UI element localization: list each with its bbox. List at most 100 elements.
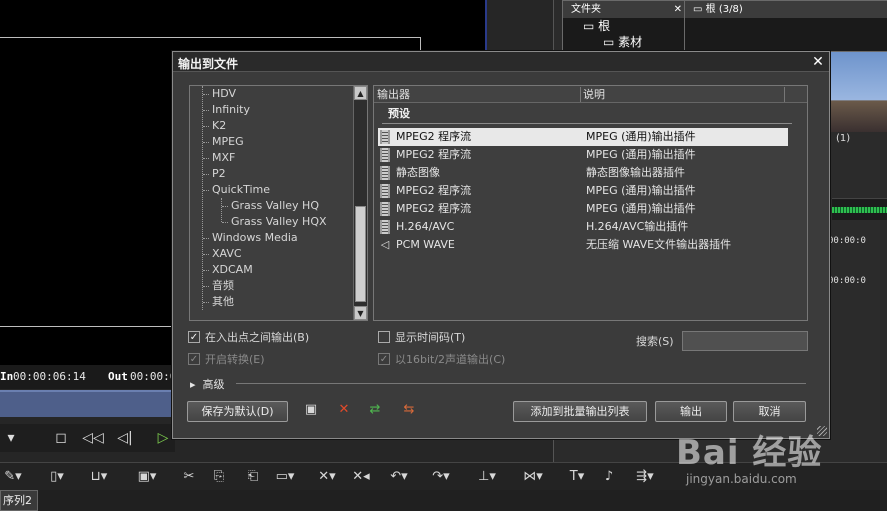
redo-icon[interactable]: ↷▾: [428, 467, 454, 487]
clip-icon[interactable]: ▭▾: [272, 467, 298, 487]
tree-item[interactable]: HDV: [190, 86, 367, 102]
checkbox-box[interactable]: [378, 331, 390, 343]
delete-icon[interactable]: ✕▾: [314, 467, 340, 487]
column-divider[interactable]: [784, 87, 785, 102]
tree-item[interactable]: K2: [190, 118, 367, 134]
tree-item[interactable]: 音频: [190, 278, 367, 294]
exporter-name: MPEG2 程序流: [396, 148, 472, 161]
save-icon[interactable]: ▣▾: [134, 467, 160, 487]
folder-root-label: 根: [598, 19, 611, 33]
export-in-out-checkbox[interactable]: ✓ 在入出点之间输出(B): [188, 330, 309, 345]
new-file-icon[interactable]: ▯▾: [44, 467, 70, 487]
folder-close-icon[interactable]: ✕: [674, 1, 682, 18]
link-icon[interactable]: ⋈▾: [520, 467, 546, 487]
effects-icon[interactable]: ⇶▾: [632, 467, 658, 487]
search-input[interactable]: [682, 331, 808, 351]
ripple-delete-icon[interactable]: ✕◂: [348, 467, 374, 487]
checkbox-label: 以16bit/2声道输出(C): [395, 353, 506, 366]
checkbox-label: 开启转换(E): [205, 353, 265, 366]
tree-item[interactable]: MXF: [190, 150, 367, 166]
folder-root[interactable]: ▭ 根: [563, 18, 686, 34]
import-preset-icon[interactable]: ⇄: [365, 401, 385, 419]
copy-icon[interactable]: ⎘: [206, 467, 232, 487]
advanced-toggle[interactable]: ▸ 高级: [190, 376, 225, 392]
exporter-name: PCM WAVE: [396, 238, 455, 251]
preset-group-label: 预设: [388, 107, 410, 120]
tree-item[interactable]: MPEG: [190, 134, 367, 150]
tree-item[interactable]: Windows Media: [190, 230, 367, 246]
menu-button[interactable]: ▾: [0, 428, 22, 448]
pen-icon[interactable]: ✎▾: [0, 467, 26, 487]
film-icon: [380, 166, 390, 180]
list-header: 输出器 说明: [374, 86, 807, 103]
film-icon: [380, 220, 390, 234]
scroll-up-icon[interactable]: ▲: [354, 86, 367, 100]
tree-scrollbar[interactable]: ▲ ▼: [353, 86, 367, 320]
exporter-description: 静态图像输出器插件: [586, 166, 685, 179]
exporter-row[interactable]: 静态图像 静态图像输出器插件: [378, 164, 788, 182]
tree-item[interactable]: P2: [190, 166, 367, 182]
save-preset-icon[interactable]: ▣: [301, 401, 321, 419]
tree-item[interactable]: XAVC: [190, 246, 367, 262]
status-strip: [38, 490, 887, 511]
tree-items: HDV Infinity K2 MPEG MXF P2 QuickTime Grass Val…: [190, 86, 367, 310]
show-timecode-checkbox[interactable]: 显示时间码(T): [378, 330, 465, 345]
dialog-titlebar[interactable]: 输出到文件 ✕: [173, 52, 829, 72]
exporter-row[interactable]: MPEG2 程序流 MPEG (通用)输出插件: [378, 146, 788, 164]
watermark-url: jingyan.baidu.com: [686, 472, 797, 486]
checkbox-box[interactable]: ✓: [188, 331, 200, 343]
import-icon[interactable]: ⊔▾: [86, 467, 112, 487]
column-exporter[interactable]: 输出器: [377, 87, 410, 102]
checkbox-label: 在入出点之间输出(B): [205, 331, 310, 344]
split-icon[interactable]: ⊥▾: [474, 467, 500, 487]
rewind-icon[interactable]: ◁◁: [82, 428, 104, 448]
undo-icon[interactable]: ↶▾: [386, 467, 412, 487]
watermark: Bai 经验 jingyan.baidu.com: [676, 410, 876, 490]
paste-icon[interactable]: ⎗: [240, 467, 266, 487]
tree-item[interactable]: Grass Valley HQ: [190, 198, 367, 214]
play-icon[interactable]: ▷: [152, 428, 174, 448]
save-default-button[interactable]: 保存为默认(D): [187, 401, 288, 422]
audio-waveform: [832, 198, 887, 220]
stop-icon[interactable]: ◻: [50, 428, 72, 448]
clip-thumbnail[interactable]: [822, 52, 887, 132]
tree-item[interactable]: Grass Valley HQX: [190, 214, 367, 230]
exporter-row[interactable]: MPEG2 程序流 MPEG (通用)输出插件: [378, 200, 788, 218]
exporter-row[interactable]: H.264/AVC H.264/AVC输出插件: [378, 218, 788, 236]
exporter-row[interactable]: MPEG2 程序流 MPEG (通用)输出插件: [378, 182, 788, 200]
dialog-title: 输出到文件: [178, 57, 239, 71]
close-icon[interactable]: ✕: [810, 54, 826, 70]
tree-item[interactable]: Infinity: [190, 102, 367, 118]
export-dialog: 输出到文件 ✕ HDV Infinity K2 MPEG MXF P2 QuickTime G…: [172, 51, 830, 439]
checkbox-box: ✓: [378, 353, 390, 365]
add-batch-button[interactable]: 添加到批量输出列表: [513, 401, 647, 422]
cut-icon[interactable]: ✂: [176, 467, 202, 487]
column-description[interactable]: 说明: [583, 87, 605, 102]
group-divider: [382, 123, 792, 124]
exporter-list: 输出器 说明 预设 MPEG2 程序流 MPEG (通用)输出插件 MPEG2 程序…: [373, 85, 808, 321]
tree-item[interactable]: QuickTime: [190, 182, 367, 198]
position-bar[interactable]: [0, 390, 175, 417]
sequence-tab[interactable]: 序列2: [0, 490, 38, 511]
step-back-icon[interactable]: ◁|: [114, 428, 136, 448]
exporter-category-tree: HDV Infinity K2 MPEG MXF P2 QuickTime Grass Val…: [189, 85, 368, 321]
tree-item[interactable]: 其他: [190, 294, 367, 310]
watermark-logo: Bai 经验: [676, 433, 823, 473]
exporter-name: MPEG2 程序流: [396, 130, 472, 143]
scroll-thumb[interactable]: [355, 206, 366, 302]
exporter-description: MPEG (通用)输出插件: [586, 184, 696, 197]
enable-convert-checkbox: ✓ 开启转换(E): [188, 352, 265, 367]
exporter-row[interactable]: MPEG2 程序流 MPEG (通用)输出插件: [378, 128, 788, 146]
tree-item[interactable]: XDCAM: [190, 262, 367, 278]
scroll-down-icon[interactable]: ▼: [354, 306, 367, 320]
delete-preset-icon[interactable]: ✕: [334, 401, 354, 419]
audio-icon[interactable]: ♪: [596, 467, 622, 487]
folder-pane: 文件夹 ✕ ▭ 根 ▭ 素材: [562, 0, 687, 52]
folder-child[interactable]: ▭ 素材: [563, 34, 686, 50]
bin-count-hint: (1): [836, 133, 851, 144]
column-divider[interactable]: [580, 87, 581, 102]
text-icon[interactable]: T▾: [564, 467, 590, 487]
exporter-name: MPEG2 程序流: [396, 184, 472, 197]
exporter-row[interactable]: ◁ PCM WAVE 无压缩 WAVE文件输出器插件: [378, 236, 788, 254]
export-preset-icon[interactable]: ⇆: [399, 401, 419, 419]
